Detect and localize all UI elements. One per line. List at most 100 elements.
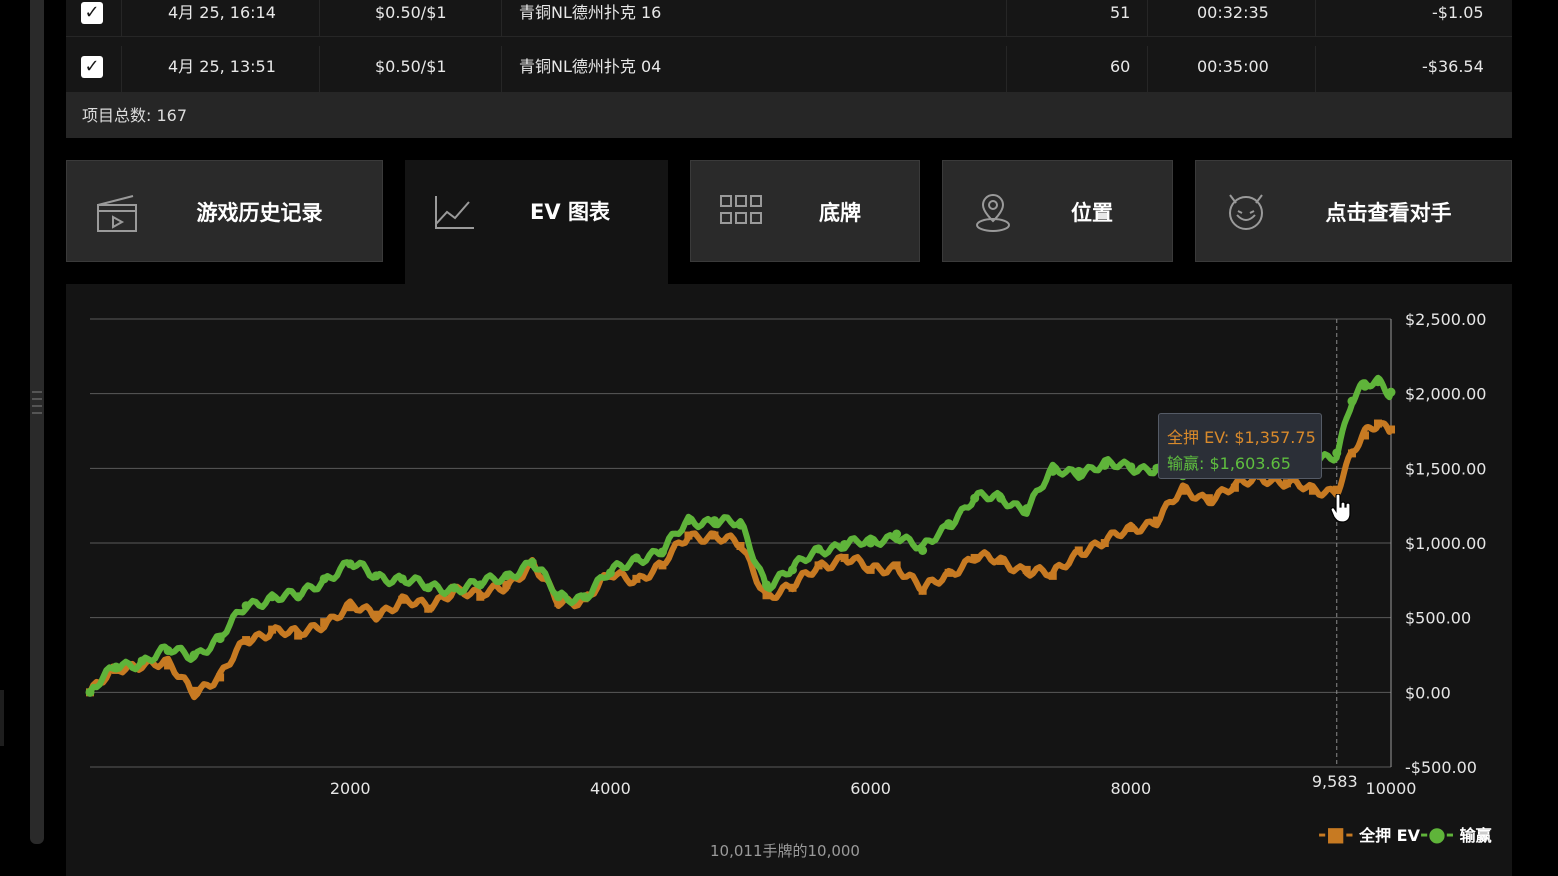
win-point xyxy=(709,516,719,526)
y-tick-label: $0.00 xyxy=(1405,683,1451,702)
ev-point xyxy=(268,625,277,634)
ev-point xyxy=(892,561,901,570)
win-point xyxy=(605,568,615,578)
win-point xyxy=(345,559,355,569)
win-point xyxy=(449,583,459,593)
ev-point xyxy=(1178,486,1187,495)
win-point xyxy=(553,592,563,602)
y-tick-label: $1,000.00 xyxy=(1405,534,1486,553)
x-tick-label: 4000 xyxy=(590,779,631,798)
legend-ev[interactable]: -■- 全押 EV xyxy=(1318,822,1420,846)
win-point xyxy=(1022,504,1032,514)
win-point xyxy=(579,592,589,602)
win-point xyxy=(996,493,1006,503)
win-point xyxy=(501,571,511,581)
ev-point xyxy=(866,565,875,574)
win-point xyxy=(866,538,876,548)
ev-point xyxy=(320,618,329,627)
tooltip-win-value: 输赢: $1,603.65 xyxy=(1167,454,1291,473)
win-point xyxy=(1074,466,1084,476)
legend-ev-label: 全押 EV xyxy=(1359,826,1420,845)
ev-point xyxy=(996,556,1005,565)
win-point xyxy=(397,574,407,584)
y-tick-label: $1,500.00 xyxy=(1405,459,1486,478)
ev-point xyxy=(1282,479,1291,488)
ev-point xyxy=(814,561,823,570)
ev-point xyxy=(918,586,927,595)
ev-point xyxy=(970,553,979,562)
hands-count-note: 10,011手牌的10,000 xyxy=(710,842,860,860)
ev-point xyxy=(398,595,407,604)
win-point xyxy=(736,520,745,530)
ev-point xyxy=(1074,546,1083,555)
ev-point xyxy=(1204,494,1213,503)
win-point xyxy=(892,529,902,539)
ev-point xyxy=(1332,485,1341,494)
win-point xyxy=(475,580,485,590)
ev-point xyxy=(658,561,667,570)
ev-point xyxy=(1048,571,1057,580)
ev-point xyxy=(1126,524,1135,533)
ev-point xyxy=(684,531,693,540)
win-point xyxy=(918,545,928,555)
win-point xyxy=(137,656,147,666)
win-point xyxy=(111,662,121,672)
ev-point xyxy=(424,604,433,613)
win-point xyxy=(683,516,693,526)
legend-win[interactable]: -●- 输赢 xyxy=(1420,822,1492,846)
win-point xyxy=(215,634,225,644)
ev-point xyxy=(944,568,953,577)
win-point xyxy=(319,574,329,584)
win-point xyxy=(189,650,199,660)
legend-win-label: 输赢 xyxy=(1459,826,1492,845)
win-point xyxy=(944,519,954,529)
win-point xyxy=(423,583,433,593)
win-point xyxy=(788,565,798,575)
x-tick-label: 10000 xyxy=(1366,779,1417,798)
win-point xyxy=(1332,448,1342,458)
chart-tooltip: 全押 EV: $1,357.75 输赢: $1,603.65 xyxy=(1158,413,1322,479)
ev-point xyxy=(1360,431,1369,440)
hover-x-label: 9,583 xyxy=(1312,772,1358,791)
hand-cursor-icon xyxy=(1330,494,1351,523)
win-point xyxy=(241,601,251,611)
y-tick-label: -$500.00 xyxy=(1405,758,1477,777)
ev-point xyxy=(294,631,303,640)
win-point xyxy=(85,687,95,697)
win-point xyxy=(657,547,667,557)
ev-point xyxy=(788,583,797,592)
ev-point xyxy=(190,686,199,695)
ev-point xyxy=(1022,565,1031,574)
ev-point xyxy=(372,610,381,619)
x-tick-label: 2000 xyxy=(330,779,371,798)
win-point xyxy=(762,580,772,590)
ev-point xyxy=(242,636,251,645)
win-point xyxy=(371,571,381,581)
ev-point xyxy=(710,531,719,540)
win-point xyxy=(1386,387,1396,397)
ev-point xyxy=(1373,419,1382,428)
ev-point xyxy=(346,603,355,612)
win-point xyxy=(293,592,303,602)
ev-point xyxy=(1387,425,1395,434)
win-point xyxy=(267,592,277,602)
win-point xyxy=(1360,381,1370,391)
win-point xyxy=(1373,377,1383,387)
win-point xyxy=(1347,396,1357,406)
win-point xyxy=(814,544,824,554)
win-point xyxy=(527,557,537,567)
ev-point xyxy=(164,661,173,670)
y-tick-label: $500.00 xyxy=(1405,609,1471,628)
ev-point xyxy=(1308,486,1317,495)
x-tick-label: 8000 xyxy=(1110,779,1151,798)
ev-point xyxy=(736,541,745,550)
ev-chart[interactable]: $2,500.00 $2,000.00 $1,500.00 $1,000.00 $500… xyxy=(0,0,1558,876)
ev-point xyxy=(476,592,485,601)
win-point xyxy=(840,539,850,549)
ev-point xyxy=(632,574,641,583)
ev-point xyxy=(1230,483,1239,492)
ev-point xyxy=(1100,539,1109,547)
ev-point xyxy=(1152,516,1161,525)
ev-point xyxy=(216,673,225,682)
win-point xyxy=(1100,460,1110,470)
